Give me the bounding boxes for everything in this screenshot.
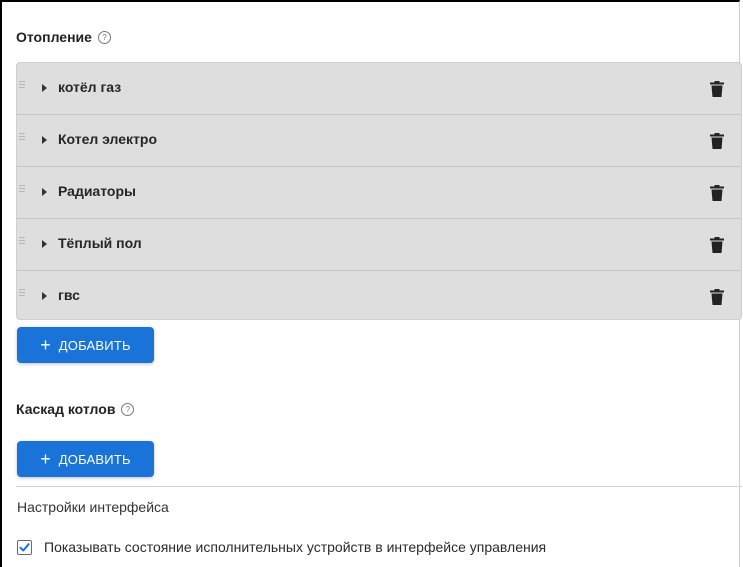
add-heating-button-label: ДОБАВИТЬ [58,337,131,353]
caret-right-icon[interactable] [42,292,47,300]
heating-circuits-list: котёл газ Котел электро Радиаторы Тёплый… [16,62,742,320]
list-item[interactable]: Котел электро [17,115,741,167]
section-divider [16,486,742,487]
caret-right-icon[interactable] [42,188,47,196]
list-item[interactable]: котёл газ [17,63,741,115]
plus-icon: + [40,449,51,469]
list-item-label: котёл газ [58,79,122,95]
list-item-label: гвс [58,287,80,303]
plus-icon: + [40,335,51,355]
drag-handle-icon[interactable] [19,133,25,141]
cascade-title-label: Каскад котлов [16,401,116,417]
interface-settings-title: Настройки интерфейса [17,499,169,515]
caret-right-icon[interactable] [42,136,47,144]
cascade-section-title: Каскад котлов ? [16,401,135,417]
list-item-label: Котел электро [58,131,158,147]
trash-icon[interactable] [710,289,724,305]
trash-icon[interactable] [710,81,724,97]
trash-icon[interactable] [710,133,724,149]
drag-handle-icon[interactable] [19,289,25,297]
drag-handle-icon[interactable] [19,185,25,193]
trash-icon[interactable] [710,185,724,201]
question-circle-icon[interactable]: ? [97,30,111,44]
list-item[interactable]: гвс [17,271,741,322]
list-item-label: Радиаторы [58,183,136,199]
show-device-state-label[interactable]: Показывать состояние исполнительных устр… [44,539,546,555]
checkmark-icon [19,543,30,552]
show-device-state-checkbox[interactable] [17,540,32,555]
caret-right-icon[interactable] [42,240,47,248]
trash-icon[interactable] [710,237,724,253]
add-heating-button[interactable]: + ДОБАВИТЬ [17,327,154,363]
settings-panel: Отопление ? котёл газ Котел электро Ради… [0,0,742,567]
add-cascade-button-label: ДОБАВИТЬ [58,451,131,467]
drag-handle-icon[interactable] [19,81,25,89]
question-circle-icon[interactable]: ? [121,402,135,416]
caret-right-icon[interactable] [42,84,47,92]
list-item[interactable]: Тёплый пол [17,219,741,271]
list-item-label: Тёплый пол [58,235,142,251]
heating-section-title: Отопление ? [16,29,111,45]
add-cascade-button[interactable]: + ДОБАВИТЬ [17,441,154,477]
drag-handle-icon[interactable] [19,237,25,245]
list-item[interactable]: Радиаторы [17,167,741,219]
heating-title-label: Отопление [16,29,92,45]
